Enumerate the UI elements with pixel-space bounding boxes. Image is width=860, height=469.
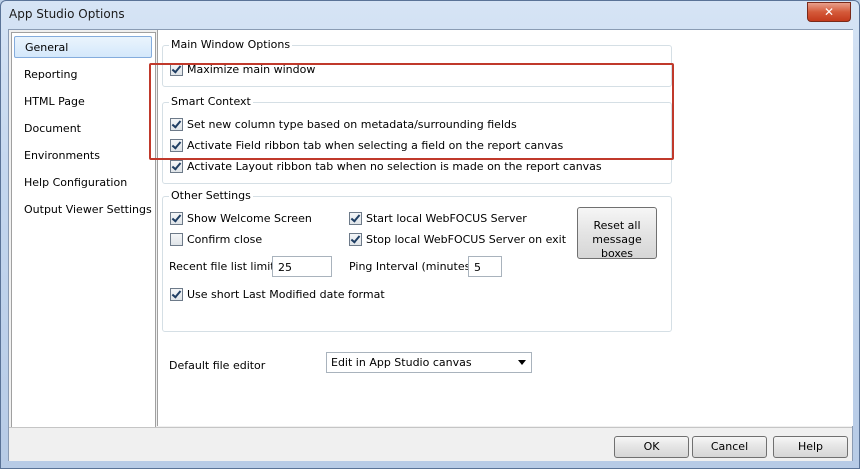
checkbox-check-icon xyxy=(349,233,362,246)
activate-layout-tab-checkbox[interactable]: Activate Layout ribbon tab when no selec… xyxy=(170,160,602,173)
nav-item-label: Document xyxy=(24,122,81,135)
checkbox-check-icon xyxy=(170,288,183,301)
cancel-button-label: Cancel xyxy=(710,440,749,453)
recent-file-limit-input[interactable]: 25 xyxy=(272,256,332,277)
checkbox-check-icon xyxy=(349,212,362,225)
ok-button[interactable]: OK xyxy=(614,436,689,458)
reset-message-boxes-button[interactable]: Reset all message boxes xyxy=(577,207,657,260)
options-dialog: App Studio Options ✕ General Reporting H… xyxy=(0,0,860,469)
nav-item-reporting[interactable]: Reporting xyxy=(14,64,152,86)
nav-item-help-configuration[interactable]: Help Configuration xyxy=(14,172,152,194)
help-button-label: Help xyxy=(797,440,824,453)
close-icon: ✕ xyxy=(823,5,835,19)
checkbox-check-icon xyxy=(170,212,183,225)
checkbox-label: Confirm close xyxy=(187,233,263,246)
short-date-format-checkbox[interactable]: Use short Last Modified date format xyxy=(170,288,385,301)
button-label-line1: Reset all xyxy=(593,219,641,232)
other-settings-group: Other Settings Show Welcome Screen Confi… xyxy=(162,189,672,332)
nav-item-label: Help Configuration xyxy=(24,176,128,189)
nav-item-output-viewer-settings[interactable]: Output Viewer Settings xyxy=(14,199,152,221)
nav-item-document[interactable]: Document xyxy=(14,118,152,140)
checkbox-label: Use short Last Modified date format xyxy=(187,288,385,301)
checkbox-label: Start local WebFOCUS Server xyxy=(366,212,527,225)
help-button[interactable]: Help xyxy=(773,436,848,458)
nav-item-label: Reporting xyxy=(24,68,78,81)
category-list: General Reporting HTML Page Document Env… xyxy=(11,32,156,428)
checkbox-label: Stop local WebFOCUS Server on exit xyxy=(366,233,567,246)
ok-button-label: OK xyxy=(643,440,660,453)
nav-item-label: General xyxy=(25,41,69,54)
nav-item-label: Output Viewer Settings xyxy=(24,203,152,216)
confirm-close-checkbox[interactable]: Confirm close xyxy=(170,233,262,246)
checkbox-label: Show Welcome Screen xyxy=(187,212,312,225)
nav-item-label: Environments xyxy=(24,149,100,162)
cancel-button[interactable]: Cancel xyxy=(692,436,767,458)
checkbox-check-icon xyxy=(170,160,183,173)
smart-context-highlight xyxy=(149,63,674,160)
group-title: Main Window Options xyxy=(169,38,293,51)
checkbox-label: Activate Layout ribbon tab when no selec… xyxy=(187,160,602,173)
show-welcome-checkbox[interactable]: Show Welcome Screen xyxy=(170,212,312,225)
nav-item-general[interactable]: General xyxy=(14,36,152,58)
nav-item-html-page[interactable]: HTML Page xyxy=(14,91,152,113)
button-label-line2: message boxes xyxy=(592,233,642,260)
title-bar[interactable]: App Studio Options ✕ xyxy=(1,1,859,29)
default-editor-value: Edit in App Studio canvas xyxy=(331,356,472,369)
ping-interval-input[interactable]: 5 xyxy=(468,256,502,277)
nav-item-label: HTML Page xyxy=(24,95,85,108)
default-editor-label: Default file editor xyxy=(169,359,266,372)
checkbox-box xyxy=(170,233,183,246)
group-title: Other Settings xyxy=(169,189,253,202)
nav-item-environments[interactable]: Environments xyxy=(14,145,152,167)
stop-server-checkbox[interactable]: Stop local WebFOCUS Server on exit xyxy=(349,233,566,246)
start-server-checkbox[interactable]: Start local WebFOCUS Server xyxy=(349,212,527,225)
recent-file-limit-label: Recent file list limit: xyxy=(169,260,279,273)
dialog-button-bar: OK Cancel Help xyxy=(9,427,852,461)
default-editor-select[interactable]: Edit in App Studio canvas xyxy=(326,352,532,373)
close-button[interactable]: ✕ xyxy=(807,2,851,22)
chevron-down-icon xyxy=(518,360,526,365)
ping-interval-label: Ping Interval (minutes) xyxy=(349,260,475,273)
window-title: App Studio Options xyxy=(9,7,125,21)
